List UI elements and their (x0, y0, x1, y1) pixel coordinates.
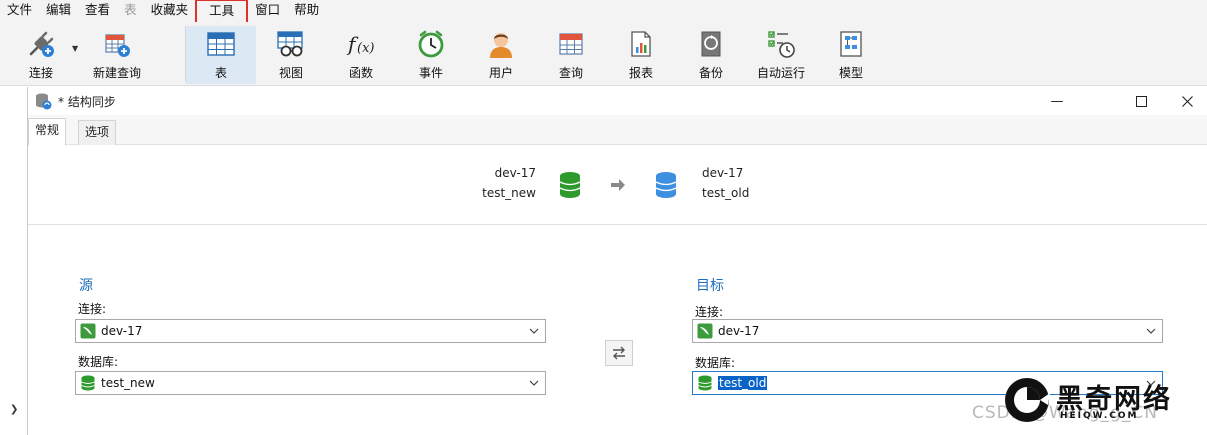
event-button[interactable]: 事件 (396, 26, 466, 84)
sync-summary: dev-17 test_new dev-17 test_old (28, 146, 1207, 225)
report-label: 报表 (628, 66, 653, 80)
user-button[interactable]: 用户 (466, 26, 536, 84)
new-query-button[interactable]: 新建查询 (82, 26, 152, 84)
menu-file[interactable]: 文件 (0, 0, 39, 22)
table-label: 表 (214, 66, 227, 80)
arrow-right-icon (611, 179, 625, 191)
toolbar: 连接 ▼ 新建查询 表 视图 f (x) 函数 事件 用户 查询 报表 备份 自… (0, 22, 1207, 86)
maximize-icon (1135, 95, 1147, 107)
connect-dropdown-icon[interactable]: ▼ (72, 44, 78, 53)
watermark: CSDN @Wang_g_CN 黑奇网络 HEIQW.COM (972, 375, 1207, 435)
source-heading: 源 (79, 278, 93, 294)
swap-arrows-icon (613, 346, 625, 360)
new-query-label: 新建查询 (92, 66, 141, 80)
new-query-icon (102, 29, 132, 59)
tab-options[interactable]: 选项 (78, 120, 117, 145)
mysql-connection-icon (80, 323, 96, 339)
database-icon (81, 375, 95, 391)
summary-target-connection: dev-17 (702, 166, 744, 180)
target-database-icon (655, 172, 677, 198)
menu-window[interactable]: 窗口 (248, 0, 287, 22)
source-database-icon (559, 172, 581, 198)
mysql-connection-icon (697, 323, 713, 339)
source-connection-value: dev-17 (101, 324, 143, 338)
automation-icon (766, 29, 796, 59)
backup-button[interactable]: 备份 (676, 26, 746, 84)
connect-label: 连接 (28, 66, 53, 80)
model-button[interactable]: 模型 (816, 26, 886, 84)
tab-general[interactable]: 常规 (28, 118, 67, 146)
close-icon (1181, 95, 1193, 107)
close-button[interactable] (1164, 87, 1207, 115)
swap-button[interactable] (605, 340, 633, 366)
model-icon (836, 29, 866, 59)
report-icon (626, 29, 656, 59)
connect-button[interactable]: 连接 (6, 26, 76, 84)
view-button[interactable]: 视图 (256, 26, 326, 84)
source-database-label: 数据库: (78, 355, 119, 369)
menu-favorites[interactable]: 收藏夹 (144, 0, 196, 22)
user-icon (486, 29, 516, 59)
structure-sync-icon (36, 93, 52, 110)
function-button[interactable]: f (x) 函数 (326, 26, 396, 84)
svg-text:(x): (x) (357, 41, 374, 56)
target-heading: 目标 (696, 278, 724, 294)
target-database-label: 数据库: (695, 356, 736, 370)
source-connection-label: 连接: (78, 302, 107, 316)
user-label: 用户 (488, 66, 513, 80)
maximize-button[interactable] (1118, 87, 1164, 115)
source-database-value: test_new (101, 376, 155, 390)
query-icon (556, 29, 586, 59)
source-database-select[interactable]: test_new (75, 371, 546, 395)
summary-source-connection: dev-17 (494, 166, 536, 180)
target-database-value: test_old (718, 376, 768, 390)
target-connection-value: dev-17 (718, 324, 760, 338)
query-label: 查询 (558, 66, 583, 80)
menu-help[interactable]: 帮助 (287, 0, 326, 22)
chevron-down-icon (529, 328, 539, 334)
minimize-button[interactable]: — (1034, 87, 1080, 115)
menu-table[interactable]: 表 (117, 0, 144, 22)
function-icon: f (x) (346, 29, 376, 59)
backup-icon (696, 29, 726, 59)
menu-bar: 文件 编辑 查看 表 收藏夹 工具 窗口 帮助 (0, 0, 1207, 27)
target-connection-label: 连接: (695, 305, 724, 319)
dialog-tabs: 常规 选项 (28, 115, 1207, 146)
brand-site: HEIQW.COM (1060, 411, 1139, 421)
chevron-down-icon (1146, 328, 1156, 334)
menu-edit[interactable]: 编辑 (39, 0, 78, 22)
view-label: 视图 (278, 66, 303, 80)
summary-target-database: test_old (702, 186, 750, 200)
report-button[interactable]: 报表 (606, 26, 676, 84)
plug-icon (26, 29, 56, 59)
source-connection-select[interactable]: dev-17 (75, 319, 546, 343)
event-label: 事件 (418, 66, 443, 80)
dialog-titlebar: * 结构同步 — (28, 87, 1207, 115)
automation-label: 自动运行 (756, 66, 805, 80)
dialog-title: * 结构同步 (58, 94, 116, 109)
backup-label: 备份 (698, 66, 723, 80)
table-button[interactable]: 表 (186, 26, 256, 84)
collapse-chevron-icon[interactable]: ❯ (10, 404, 18, 415)
model-label: 模型 (838, 66, 863, 80)
function-label: 函数 (348, 66, 373, 80)
view-icon (276, 29, 306, 59)
table-icon (206, 29, 236, 59)
clock-icon (416, 29, 446, 59)
automation-button[interactable]: 自动运行 (746, 26, 816, 84)
summary-source-database: test_new (482, 186, 536, 200)
database-icon (698, 375, 712, 391)
chevron-down-icon (529, 380, 539, 386)
query-button[interactable]: 查询 (536, 26, 606, 84)
menu-view[interactable]: 查看 (78, 0, 117, 22)
target-connection-select[interactable]: dev-17 (692, 319, 1163, 343)
brand-logo-icon (1005, 378, 1050, 422)
